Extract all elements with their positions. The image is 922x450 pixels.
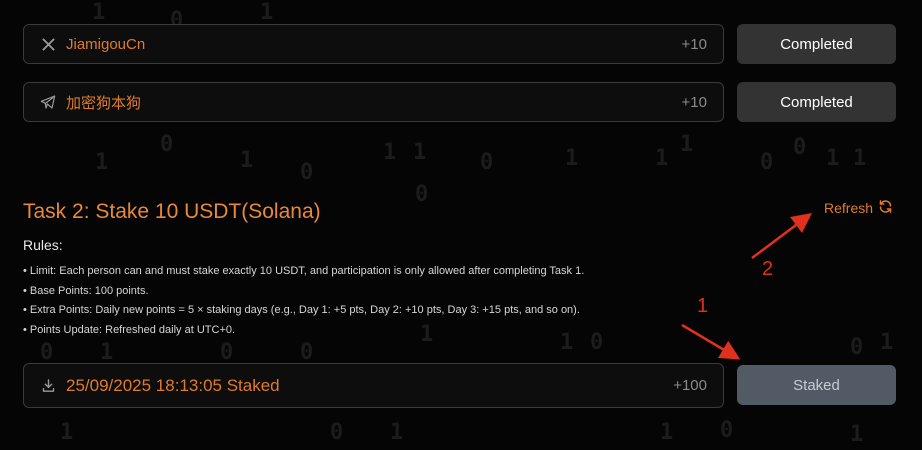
annotation-arrows bbox=[681, 213, 812, 360]
annotation-arrow-1 bbox=[681, 323, 741, 360]
annotation-arrow-2 bbox=[751, 213, 812, 259]
annotation-marker-2: 2 bbox=[762, 258, 774, 280]
annotation-marker-1: 1 bbox=[697, 295, 709, 317]
